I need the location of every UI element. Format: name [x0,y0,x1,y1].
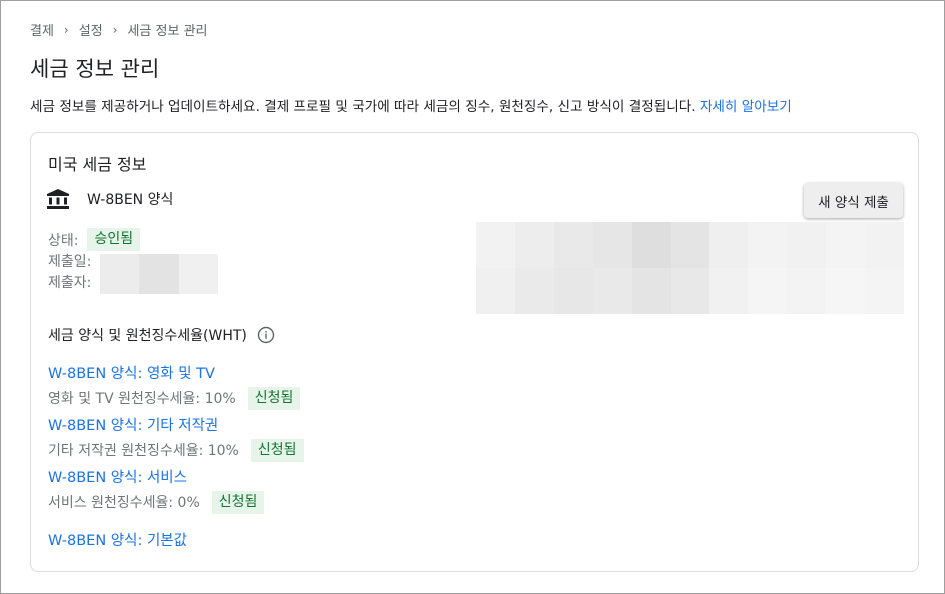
wht-rate-services: 서비스 원천징수세율: 0% 신청됨 [48,487,304,517]
bank-icon [47,189,69,209]
wht-link-film-tv[interactable]: W-8BEN 양식: 영화 및 TV [48,361,304,383]
wht-rate-text: 서비스 원천징수세율: 0% [48,495,200,511]
wht-link-other-copyright[interactable]: W-8BEN 양식: 기타 저작권 [48,413,304,435]
status-label: 상태: [48,232,79,249]
wht-rate-text: 영화 및 TV 원천징수세율: 10% [48,391,236,407]
applied-badge: 신청됨 [250,438,304,462]
status-row: 상태: 승인됨 [48,228,141,251]
breadcrumb: 결제 › 설정 › 세금 정보 관리 [30,20,208,40]
us-tax-info-card: 미국 세금 정보 W-8BEN 양식 새 양식 제출 상태: 승인됨 제출일: … [30,132,919,572]
redacted-area [476,222,904,314]
breadcrumb-item-settings[interactable]: 설정 [79,20,103,39]
card-title: 미국 세금 정보 [48,155,147,174]
wht-list: W-8BEN 양식: 영화 및 TV 영화 및 TV 원천징수세율: 10% 신… [48,361,304,517]
chevron-right-icon: › [63,22,69,37]
tax-form-name: W-8BEN 양식 [87,192,174,208]
status-badge: 승인됨 [87,228,141,251]
submitted-date-label: 제출일: [48,253,92,270]
chevron-right-icon: › [112,22,118,37]
wht-rate-text: 기타 저작권 원천징수세율: 10% [48,443,239,459]
submit-new-form-button[interactable]: 새 양식 제출 [804,183,903,218]
learn-more-link[interactable]: 자세히 알아보기 [700,99,792,115]
breadcrumb-item-billing[interactable]: 결제 [30,20,54,39]
page-title: 세금 정보 관리 [30,57,160,81]
intro-text: 세금 정보를 제공하거나 업데이트하세요. 결제 프로필 및 국가에 따라 세금… [30,99,696,115]
wht-title: 세금 양식 및 원천징수세율(WHT) [48,328,247,344]
redacted-submitter-info [100,254,218,294]
wht-rate-other-copyright: 기타 저작권 원천징수세율: 10% 신청됨 [48,435,304,465]
submitter-label: 제출자: [48,274,92,291]
wht-rate-film-tv: 영화 및 TV 원천징수세율: 10% 신청됨 [48,383,304,413]
applied-badge: 신청됨 [247,386,301,410]
tax-form-row: W-8BEN 양식 [47,189,173,209]
page-intro: 세금 정보를 제공하거나 업데이트하세요. 결제 프로필 및 국가에 따라 세금… [30,95,792,115]
breadcrumb-item-current: 세금 정보 관리 [127,24,208,39]
wht-link-services[interactable]: W-8BEN 양식: 서비스 [48,465,304,487]
info-icon[interactable] [257,326,275,344]
wht-section-header: 세금 양식 및 원천징수세율(WHT) [48,325,275,345]
applied-badge: 신청됨 [211,490,265,514]
wht-link-default[interactable]: W-8BEN 양식: 기본값 [48,529,187,550]
